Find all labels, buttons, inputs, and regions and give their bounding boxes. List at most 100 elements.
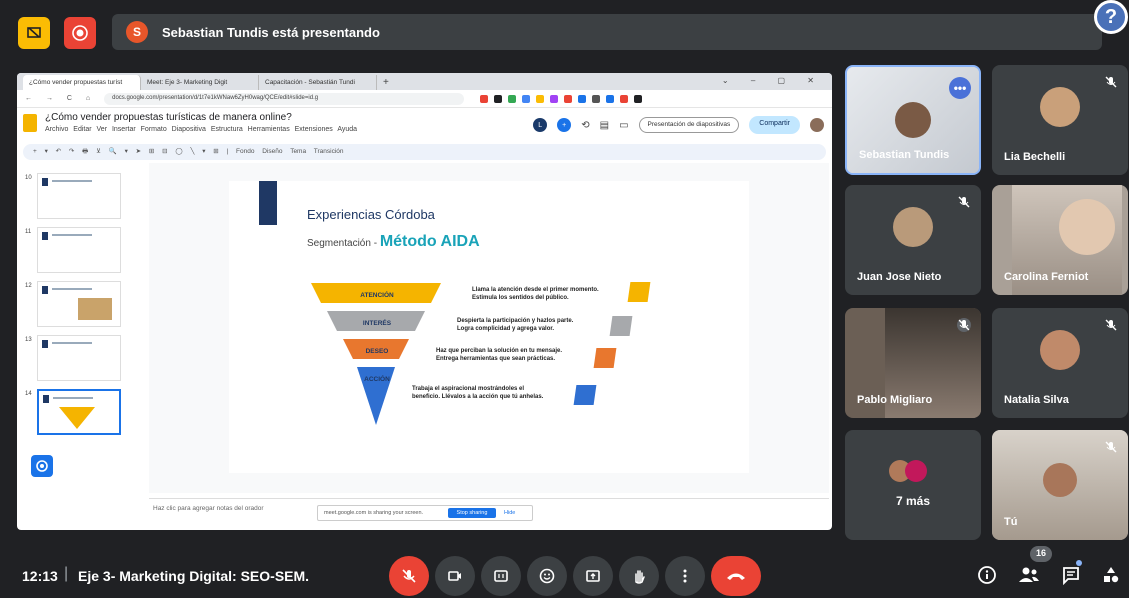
slide-thumbnail[interactable]: 11	[23, 227, 143, 275]
extension-icon[interactable]	[634, 94, 643, 103]
participant-tile[interactable]: Lia Bechelli	[992, 65, 1128, 175]
extension-icon[interactable]	[592, 94, 601, 103]
participant-tile[interactable]: Juan Jose Nieto	[845, 185, 981, 295]
mic-off-icon	[1105, 441, 1117, 453]
mic-off-icon	[1105, 76, 1117, 88]
emoji-icon	[539, 568, 555, 584]
history-icon[interactable]: ⟲	[581, 120, 589, 131]
toolbar-text[interactable]: Fondo Diseño Tema Transición	[236, 148, 343, 155]
comments-icon[interactable]: ▤	[600, 120, 609, 131]
hide-link[interactable]: Hide	[504, 510, 515, 516]
meeting-info-icon[interactable]	[976, 564, 998, 586]
stage-label: ACCIÓN	[364, 376, 390, 383]
slide-thumbnail[interactable]: 12	[23, 281, 143, 329]
meet-window: S Sebastian Tundis está presentando ? ¿C…	[0, 0, 1129, 598]
browser-tab[interactable]: ¿Cómo vender propuestas turíst	[23, 75, 141, 90]
browser-tab[interactable]: Meet: Eje 3- Marketing Digit	[141, 75, 259, 90]
mic-off-icon	[958, 196, 970, 208]
doc-header: ¿Cómo vender propuestas turísticas de ma…	[17, 108, 832, 144]
extension-icon[interactable]	[564, 94, 573, 103]
extension-icon[interactable]	[620, 94, 629, 103]
meet-share-icon[interactable]	[31, 455, 53, 477]
chat-icon[interactable]	[1060, 560, 1082, 586]
slide-thumbnail[interactable]: 13	[23, 335, 143, 383]
slide-number: 13	[25, 337, 32, 343]
shared-screen: ¿Cómo vender propuestas turíst Meet: Eje…	[17, 73, 832, 530]
mic-off-button[interactable]	[389, 556, 429, 596]
record-icon[interactable]	[64, 17, 96, 49]
speaker-notes-placeholder[interactable]: Haz clic para agregar notas del orador	[153, 505, 264, 512]
captions-button[interactable]	[481, 556, 521, 596]
help-icon[interactable]: ?	[1094, 0, 1128, 34]
presenter-avatar: S	[126, 21, 148, 43]
collaborator-avatar[interactable]: +	[557, 118, 572, 132]
people-icon[interactable]	[1018, 564, 1040, 586]
meet-icon[interactable]: ▭	[619, 120, 628, 131]
participant-name: Natalia Silva	[1004, 394, 1069, 406]
bottom-bar: 12:13 | Eje 3- Marketing Digital: SEO-SE…	[0, 540, 1129, 598]
share-button[interactable]: Compartir	[749, 116, 800, 134]
stage-desc-line: Estimula los sentidos del público.	[472, 295, 569, 301]
more-participants-tile[interactable]: 7 más	[845, 430, 981, 540]
hang-up-icon	[727, 573, 745, 580]
slide-thumbnail[interactable]: 10	[23, 173, 143, 221]
stage-marker	[593, 348, 617, 368]
window-controls[interactable]: ⌄ – ▢ ✕	[722, 76, 824, 85]
participant-tile[interactable]: Carolina Ferniot	[992, 185, 1128, 295]
slide-canvas: Experiencias Córdoba Segmentación - Méto…	[149, 163, 829, 493]
doc-title[interactable]: ¿Cómo vender propuestas turísticas de ma…	[45, 112, 357, 123]
present-now-button[interactable]	[573, 556, 613, 596]
slide-thumbnail-selected[interactable]: 14	[23, 389, 143, 437]
slide-number: 10	[25, 175, 32, 181]
slide-number: 14	[25, 391, 32, 397]
participant-count-badge: 16	[1030, 546, 1052, 562]
raise-hand-button[interactable]	[619, 556, 659, 596]
doc-menu-bar[interactable]: Archivo Editar Ver Insertar Formato Diap…	[45, 126, 357, 133]
participant-avatar	[905, 460, 927, 482]
participant-tile[interactable]: Natalia Silva	[992, 308, 1128, 418]
stage-description: Despierta la participación y hazlos part…	[457, 317, 573, 333]
participant-tile[interactable]: ••• Sebastian Tundis	[845, 65, 981, 175]
more-options-button[interactable]	[665, 556, 705, 596]
extension-icon[interactable]	[508, 94, 517, 103]
stage-label: ATENCIÓN	[360, 292, 394, 299]
more-options-icon[interactable]: •••	[949, 77, 971, 99]
account-avatar[interactable]	[810, 118, 824, 132]
extension-icon[interactable]	[550, 94, 559, 103]
camera-button[interactable]	[435, 556, 475, 596]
extension-icon[interactable]	[480, 94, 489, 103]
extension-icon[interactable]	[522, 94, 531, 103]
present-button[interactable]: Presentación de diapositivas	[638, 117, 740, 133]
doc-header-actions: L + ⟲ ▤ ▭ Presentación de diapositivas C…	[533, 116, 824, 134]
extension-icon[interactable]	[606, 94, 615, 103]
extension-icon[interactable]	[536, 94, 545, 103]
stage-desc-line: Despierta la participación y hazlos part…	[457, 318, 574, 324]
leave-call-button[interactable]	[711, 556, 761, 596]
more-participants-label: 7 más	[895, 494, 931, 508]
slides-logo-icon[interactable]	[23, 114, 37, 132]
participant-avatar	[1040, 329, 1080, 370]
participant-tile[interactable]: Pablo Migliaro	[845, 308, 981, 418]
stop-sharing-button[interactable]: Stop sharing	[448, 508, 496, 518]
stage-desc-line: Entrega herramientas que sean prácticas.	[436, 356, 556, 362]
presenting-banner: S Sebastian Tundis está presentando	[112, 14, 1102, 50]
present-screen-icon	[586, 570, 600, 582]
emoji-button[interactable]	[527, 556, 567, 596]
collaborator-avatar[interactable]: L	[533, 118, 548, 132]
mic-off-icon	[957, 318, 971, 332]
participant-name: Carolina Ferniot	[1004, 271, 1089, 283]
screen-share-indicator-icon[interactable]	[18, 17, 50, 49]
current-slide[interactable]: Experiencias Córdoba Segmentación - Méto…	[229, 181, 749, 473]
browser-tab[interactable]: Capacitación - Sebastián Tundi	[259, 75, 377, 90]
extension-icon[interactable]	[578, 94, 587, 103]
speaker-notes[interactable]: Haz clic para agregar notas del orador m…	[149, 498, 829, 528]
participant-name: Juan Jose Nieto	[857, 271, 942, 283]
url-field[interactable]: docs.google.com/presentation/d/1t7e1kWNa…	[104, 92, 465, 105]
new-tab-button[interactable]: +	[377, 77, 395, 90]
slides-toolbar[interactable]: + ▾ ↶ ↷ 🖶 ⊻ 🔍 ▾ ➤ ⊞ ⊟ ◯ ╲ ▾ ⊞ | Fondo Di…	[23, 144, 826, 160]
extension-icon[interactable]	[494, 94, 503, 103]
nav-buttons[interactable]: ← → C ⌂	[25, 95, 96, 102]
self-tile[interactable]: Tú	[992, 430, 1128, 540]
activities-icon[interactable]	[1100, 564, 1122, 586]
stage-marker	[573, 385, 597, 405]
